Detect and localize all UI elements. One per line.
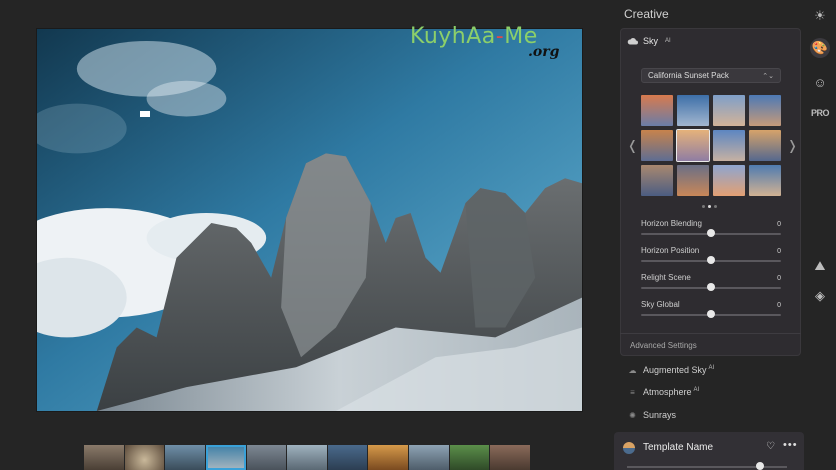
slider-row: Horizon Blending 0 — [641, 219, 781, 241]
slider-label: Sky Global — [641, 300, 680, 309]
sky-thumbnail[interactable] — [713, 165, 745, 196]
template-slider-knob[interactable] — [755, 462, 764, 470]
canvas-marker — [140, 111, 150, 117]
filmstrip-thumb-selected[interactable] — [205, 445, 246, 470]
sky-thumbnail[interactable] — [641, 165, 673, 196]
sky-thumbnail[interactable] — [749, 130, 781, 161]
cloud-icon: ☁ — [628, 365, 637, 375]
layers-icon[interactable]: ◈ — [810, 286, 830, 306]
slider-label: Relight Scene — [641, 273, 691, 282]
sky-thumbnail[interactable] — [713, 95, 745, 126]
filmstrip-thumb[interactable] — [368, 445, 409, 470]
mountain-photo — [37, 29, 582, 411]
page-dot[interactable] — [708, 205, 711, 208]
filmstrip-thumb[interactable] — [84, 445, 124, 470]
divider — [620, 333, 801, 334]
section-label: Sunrays — [643, 410, 677, 420]
sky-thumbnail[interactable] — [641, 130, 673, 161]
filmstrip-thumb[interactable] — [165, 445, 205, 470]
section-label: Atmosphere AI — [643, 387, 700, 397]
palette-icon[interactable]: 🎨 — [810, 38, 830, 58]
sky-preset-dropdown[interactable]: California Sunset Pack ⌃⌄ — [641, 68, 781, 83]
cloud-icon — [627, 38, 638, 45]
slider-knob[interactable] — [707, 229, 715, 237]
template-name: Template Name — [643, 442, 714, 453]
section-atmosphere[interactable]: ≡ Atmosphere AI — [628, 387, 699, 397]
sky-grid-prev-button[interactable]: ❬ — [627, 138, 638, 154]
sky-grid-page-dots — [702, 205, 717, 208]
slider-knob[interactable] — [707, 256, 715, 264]
watermark-logo: KuyhAa-Me .org — [410, 24, 580, 68]
ai-badge: AI — [708, 365, 715, 371]
face-icon[interactable]: ☺ — [810, 72, 830, 92]
page-dot[interactable] — [714, 205, 717, 208]
sky-preset-value: California Sunset Pack — [648, 71, 729, 80]
filmstrip-thumb[interactable] — [327, 445, 368, 470]
sunrays-icon: ✺ — [629, 410, 636, 420]
filmstrip-thumb[interactable] — [287, 445, 327, 470]
sky-thumbnail-selected[interactable] — [676, 129, 710, 162]
slider-label: Horizon Blending — [641, 219, 702, 228]
filmstrip — [84, 445, 531, 470]
filmstrip-thumb[interactable] — [409, 445, 449, 470]
filmstrip-thumb[interactable] — [449, 445, 490, 470]
slider-value: 0 — [777, 275, 781, 282]
filmstrip-thumb[interactable] — [490, 445, 531, 470]
sky-thumbnail[interactable] — [677, 95, 709, 126]
template-thumbnail-icon — [623, 442, 635, 454]
watermark-subtext: .org — [528, 44, 560, 60]
sky-thumbnail[interactable] — [713, 130, 745, 161]
section-sunrays[interactable]: ✺ Sunrays — [628, 410, 676, 420]
slider-label: Horizon Position — [641, 246, 700, 255]
more-icon[interactable]: ••• — [783, 439, 798, 451]
sky-section-header[interactable]: Sky AI — [627, 36, 671, 46]
slider-row: Horizon Position 0 — [641, 246, 781, 268]
landscape-icon[interactable]: ⛰ — [810, 256, 830, 276]
sky-thumbnail[interactable] — [749, 165, 781, 196]
slider-knob[interactable] — [707, 283, 715, 291]
slider-value: 0 — [777, 302, 781, 309]
section-augmented-sky[interactable]: ☁ Augmented Sky AI — [628, 365, 715, 375]
filmstrip-thumb[interactable] — [246, 445, 287, 470]
sky-thumbnail[interactable] — [641, 95, 673, 126]
heart-icon[interactable]: ♡ — [766, 441, 775, 452]
chevron-updown-icon: ⌃⌄ — [762, 72, 774, 80]
watermark-text: KuyhAa-Me — [410, 24, 538, 49]
filmstrip-thumb[interactable] — [124, 445, 165, 470]
slider-value: 0 — [777, 221, 781, 228]
page-dot[interactable] — [702, 205, 705, 208]
slider-value: 0 — [777, 248, 781, 255]
lines-icon: ≡ — [630, 387, 635, 397]
pro-icon[interactable]: PRO — [810, 103, 830, 123]
section-label: Augmented Sky AI — [643, 365, 715, 375]
slider-row: Sky Global 0 — [641, 300, 781, 322]
ai-badge: AI — [693, 387, 700, 393]
slider-knob[interactable] — [707, 310, 715, 318]
sky-label: Sky — [643, 36, 659, 46]
sky-thumbnail-grid — [641, 95, 781, 196]
advanced-settings-link[interactable]: Advanced Settings — [630, 341, 697, 350]
sky-grid-next-button[interactable]: ❭ — [787, 138, 798, 154]
ai-badge: AI — [665, 38, 671, 44]
sky-thumbnail[interactable] — [677, 165, 709, 196]
sky-thumbnail[interactable] — [749, 95, 781, 126]
sun-icon[interactable]: ☀ — [810, 6, 830, 26]
template-bar[interactable]: Template Name ♡ ••• — [614, 432, 804, 470]
slider-row: Relight Scene 0 — [641, 273, 781, 295]
photo-canvas[interactable] — [36, 28, 583, 412]
panel-title: Creative — [624, 7, 669, 21]
